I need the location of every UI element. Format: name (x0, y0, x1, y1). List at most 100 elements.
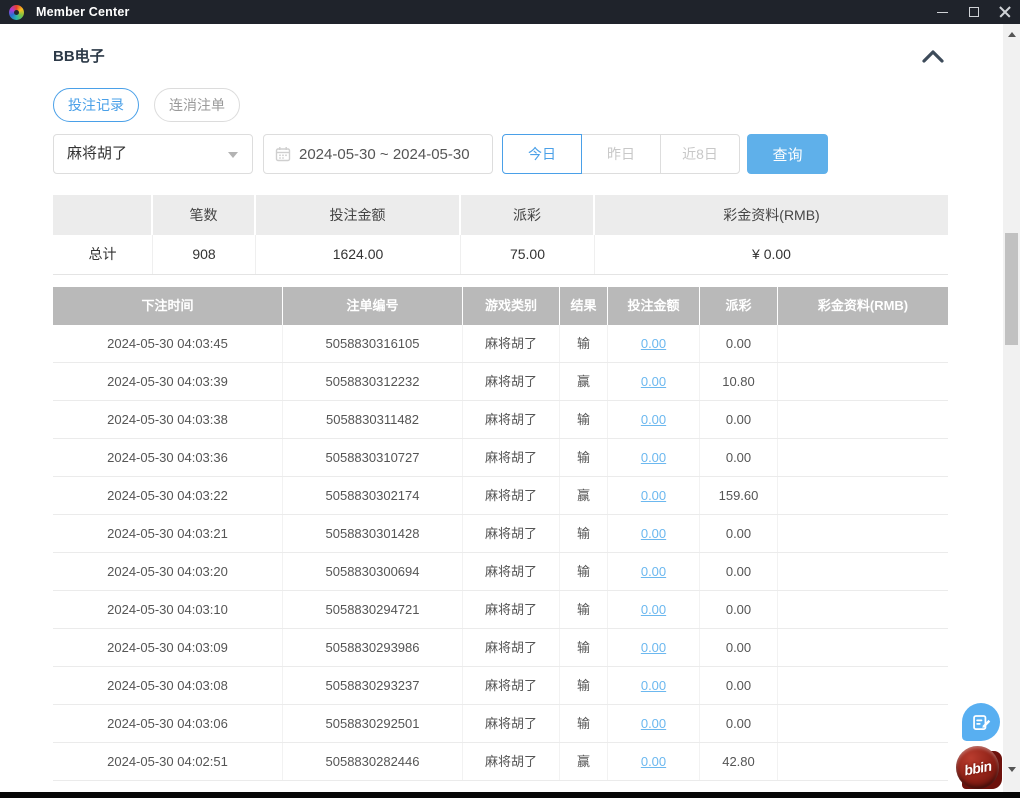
search-button[interactable]: 查询 (747, 134, 828, 174)
summary-total-row: 总计 908 1624.00 75.00 ¥ 0.00 (53, 235, 948, 275)
cell-payout: 0.00 (700, 629, 778, 666)
chevron-down-icon (228, 152, 238, 158)
maximize-button[interactable] (958, 0, 989, 24)
cell-bet_amount[interactable]: 0.00 (608, 325, 700, 362)
cell-time: 2024-05-30 04:03:38 (53, 401, 283, 438)
cell-game: 麻将胡了 (463, 743, 560, 780)
bet-table-header: 下注时间 注单编号 游戏类别 结果 投注金额 派彩 彩金资料(RMB) (53, 287, 948, 325)
cell-bet_id: 5058830302174 (283, 477, 463, 514)
cell-result: 输 (560, 705, 608, 742)
summary-header-cell: 派彩 (461, 195, 595, 235)
table-row: 2024-05-30 04:03:08 5058830293237 麻将胡了输 0.0… (53, 667, 948, 705)
bet-header-cell: 投注金额 (608, 287, 700, 325)
vertical-scrollbar[interactable] (1003, 24, 1020, 792)
cell-game: 麻将胡了 (463, 401, 560, 438)
quick-range-0[interactable]: 今日 (502, 134, 582, 174)
cell-bet_id: 5058830282446 (283, 743, 463, 780)
cell-bet_amount[interactable]: 0.00 (608, 553, 700, 590)
table-row: 2024-05-30 04:03:38 5058830311482 麻将胡了输 0.0… (53, 401, 948, 439)
calendar-icon (275, 147, 291, 162)
table-row: 2024-05-30 04:03:06 5058830292501 麻将胡了输 0.0… (53, 705, 948, 743)
date-range-input[interactable]: 2024-05-30 ~ 2024-05-30 (263, 134, 493, 174)
summary-table: 笔数 投注金额 派彩 彩金资料(RMB) 总计 908 1624.00 75.00 ¥… (53, 195, 948, 275)
arrow-up-icon (1007, 32, 1016, 37)
filter-bar: 麻将胡了 2024-05-30 ~ 2024-05-30 今日 昨日 近8日 查询 (53, 134, 828, 174)
cell-bet_id: 5058830316105 (283, 325, 463, 362)
cell-bonus (778, 325, 948, 362)
cell-result: 赢 (560, 477, 608, 514)
summary-header-cell: 彩金资料(RMB) (723, 207, 820, 223)
summary-label: 总计 (53, 235, 153, 274)
cell-time: 2024-05-30 04:03:36 (53, 439, 283, 476)
cell-bet_id: 5058830293237 (283, 667, 463, 704)
cell-game: 麻将胡了 (463, 591, 560, 628)
summary-bonus: ¥ 0.00 (752, 246, 791, 262)
cell-bet_amount[interactable]: 0.00 (608, 401, 700, 438)
cell-bet_id: 5058830301428 (283, 515, 463, 552)
cell-game: 麻将胡了 (463, 477, 560, 514)
customer-service-button[interactable] (962, 703, 1000, 741)
cell-payout: 0.00 (700, 439, 778, 476)
quick-range-1[interactable]: 昨日 (581, 134, 661, 174)
bet-header-cell: 下注时间 (53, 287, 283, 325)
game-select[interactable]: 麻将胡了 (53, 134, 253, 174)
window-controls (927, 0, 1020, 24)
cell-bet_amount[interactable]: 0.00 (608, 743, 700, 780)
cell-result: 输 (560, 553, 608, 590)
cell-result: 输 (560, 439, 608, 476)
tab-void-orders[interactable]: 连消注单 (154, 88, 240, 122)
summary-count: 908 (153, 235, 256, 274)
cell-game: 麻将胡了 (463, 667, 560, 704)
cell-bet_id: 5058830292501 (283, 705, 463, 742)
collapse-section-button[interactable] (920, 47, 946, 65)
bet-header-cell: 派彩 (700, 287, 778, 325)
cell-payout: 0.00 (700, 325, 778, 362)
cell-bonus (778, 667, 948, 704)
compose-note-icon (972, 714, 990, 730)
cell-game: 麻将胡了 (463, 629, 560, 666)
brand-logo-text: bbin (962, 757, 993, 778)
cell-bonus (778, 439, 948, 476)
bet-header-cell: 结果 (560, 287, 608, 325)
member-center-window: Member Center BB电子 投注记录 连消注单 麻将胡了 2024-0… (0, 0, 1020, 798)
cell-time: 2024-05-30 04:03:06 (53, 705, 283, 742)
cell-bonus (778, 743, 948, 780)
date-range-value: 2024-05-30 ~ 2024-05-30 (299, 145, 470, 163)
cell-bet_amount[interactable]: 0.00 (608, 705, 700, 742)
cell-time: 2024-05-30 04:03:10 (53, 591, 283, 628)
scroll-up-button[interactable] (1003, 26, 1020, 43)
cell-bonus (778, 553, 948, 590)
cell-payout: 159.60 (700, 477, 778, 514)
cell-game: 麻将胡了 (463, 363, 560, 400)
cell-payout: 0.00 (700, 401, 778, 438)
minimize-button[interactable] (927, 0, 958, 24)
table-row: 2024-05-30 04:03:10 5058830294721 麻将胡了输 0.0… (53, 591, 948, 629)
bet-header-cell: 彩金资料(RMB) (817, 298, 909, 313)
tab-bet-records[interactable]: 投注记录 (53, 88, 139, 122)
cell-bet_amount[interactable]: 0.00 (608, 439, 700, 476)
cell-bonus (778, 477, 948, 514)
cell-time: 2024-05-30 04:03:45 (53, 325, 283, 362)
chevron-up-icon (922, 50, 944, 63)
cell-payout: 42.80 (700, 743, 778, 780)
close-button[interactable] (989, 0, 1020, 24)
cell-bet_amount[interactable]: 0.00 (608, 629, 700, 666)
bet-records-table: 下注时间 注单编号 游戏类别 结果 投注金额 派彩 彩金资料(RMB) 2024-05-30… (53, 287, 948, 781)
cell-bet_amount[interactable]: 0.00 (608, 515, 700, 552)
table-row: 2024-05-30 04:03:45 5058830316105 麻将胡了输 0.0… (53, 325, 948, 363)
cell-time: 2024-05-30 04:03:20 (53, 553, 283, 590)
cell-bet_id: 5058830293986 (283, 629, 463, 666)
cell-bet_amount[interactable]: 0.00 (608, 477, 700, 514)
cell-bet_amount[interactable]: 0.00 (608, 591, 700, 628)
cell-bet_amount[interactable]: 0.00 (608, 363, 700, 400)
cell-payout: 0.00 (700, 515, 778, 552)
cell-payout: 0.00 (700, 705, 778, 742)
cell-bonus (778, 401, 948, 438)
scroll-down-button[interactable] (1003, 761, 1020, 778)
cell-bet_amount[interactable]: 0.00 (608, 667, 700, 704)
quick-range-2[interactable]: 近8日 (660, 134, 740, 174)
cell-bet_id: 5058830312232 (283, 363, 463, 400)
cell-result: 输 (560, 629, 608, 666)
brand-logo-button[interactable]: bbin (956, 746, 1002, 791)
scrollbar-thumb[interactable] (1005, 233, 1018, 345)
